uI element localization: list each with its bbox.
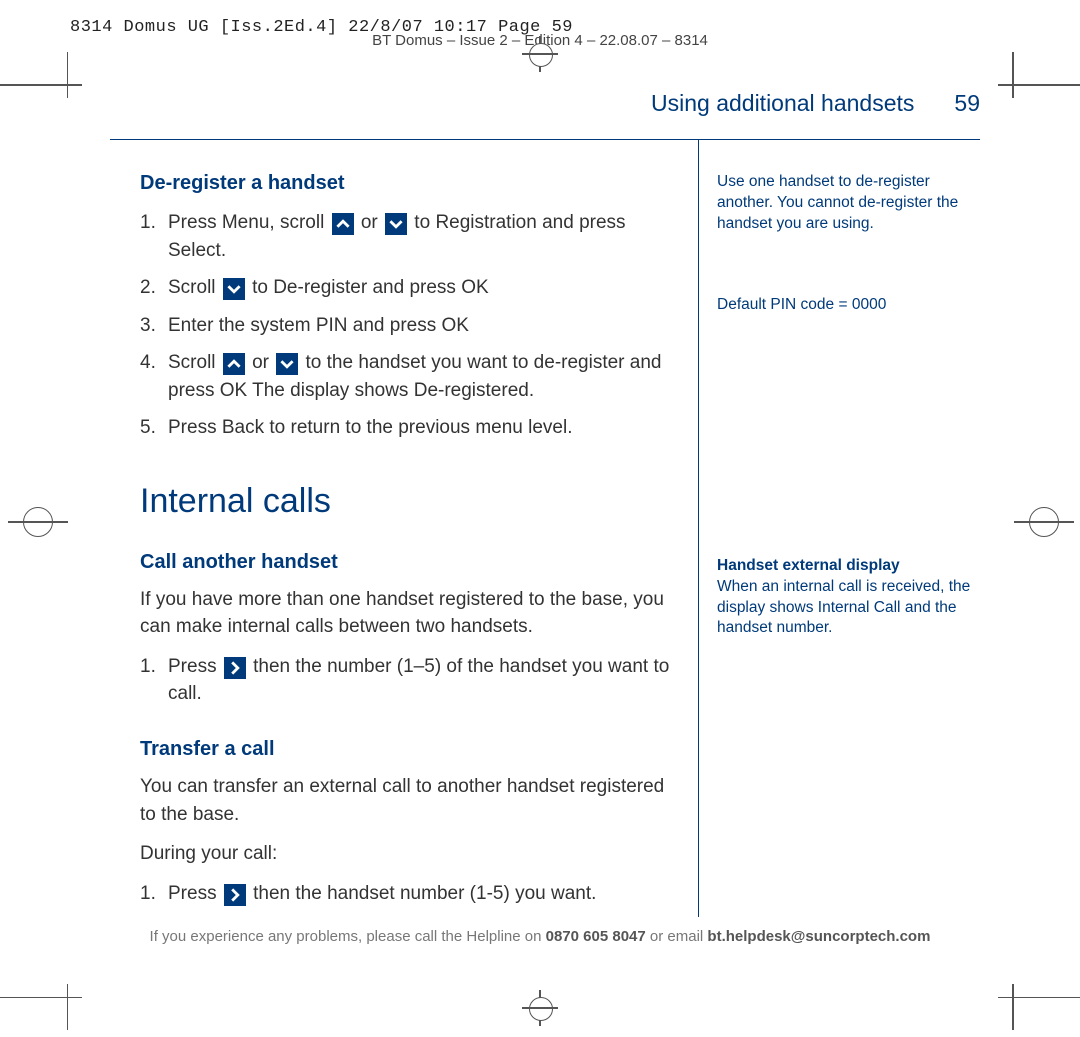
section-deregister-title: De-register a handset [140, 172, 680, 195]
footer-phone: 0870 605 8047 [546, 928, 646, 945]
step-3: 3. Enter the system PIN and press OK [140, 312, 680, 340]
footer-helpline: If you experience any problems, please c… [0, 928, 1080, 945]
section-transfer-title: Transfer a call [140, 738, 680, 761]
crop-mark-top [522, 36, 558, 72]
side-note-pin: Default PIN code = 0000 [717, 295, 977, 316]
step-5: 5. Press Back to return to the previous … [140, 414, 680, 442]
transfer-desc: You can transfer an external call to ano… [140, 773, 680, 828]
chevron-up-icon [332, 213, 354, 235]
chevron-up-icon [223, 353, 245, 375]
call-another-desc: If you have more than one handset regist… [140, 586, 680, 641]
corner-mark-br [998, 970, 1080, 1030]
corner-mark-bl [0, 970, 82, 1030]
corner-mark-tr [998, 52, 1080, 112]
corner-mark-tl [0, 52, 82, 112]
crop-mark-bottom [522, 990, 558, 1026]
chapter-title: Using additional handsets [651, 90, 914, 117]
main-column: De-register a handset 1. Press Menu, scr… [110, 140, 698, 917]
transfer-during: During your call: [140, 840, 680, 868]
registration-mark-right [1014, 492, 1074, 552]
chevron-down-icon [223, 278, 245, 300]
heading-internal-calls: Internal calls [140, 482, 680, 521]
footer-email: bt.helpdesk@suncorptech.com [707, 928, 930, 945]
call-step-1: 1. Press then the number (1–5) of the ha… [140, 653, 680, 708]
section-call-another-title: Call another handset [140, 551, 680, 574]
side-note-deregister: Use one handset to de-register another. … [717, 172, 977, 235]
side-column: Use one handset to de-register another. … [698, 140, 977, 917]
transfer-step-1: 1. Press then the handset number (1-5) y… [140, 880, 680, 908]
page-number: 59 [954, 90, 980, 117]
chevron-down-icon [276, 353, 298, 375]
step-4: 4. Scroll or to the handset you want to … [140, 349, 680, 404]
side-note-title: Handset external display [717, 557, 900, 574]
side-note-external-display: Handset external display When an interna… [717, 556, 977, 640]
page-content: Using additional handsets 59 De-register… [110, 90, 980, 917]
registration-mark-left [8, 492, 68, 552]
step-1: 1. Press Menu, scroll or to Registration… [140, 209, 680, 264]
chevron-right-icon [224, 657, 246, 679]
step-2: 2. Scroll to De-register and press OK [140, 274, 680, 302]
chevron-right-icon [224, 884, 246, 906]
chevron-down-icon [385, 213, 407, 235]
